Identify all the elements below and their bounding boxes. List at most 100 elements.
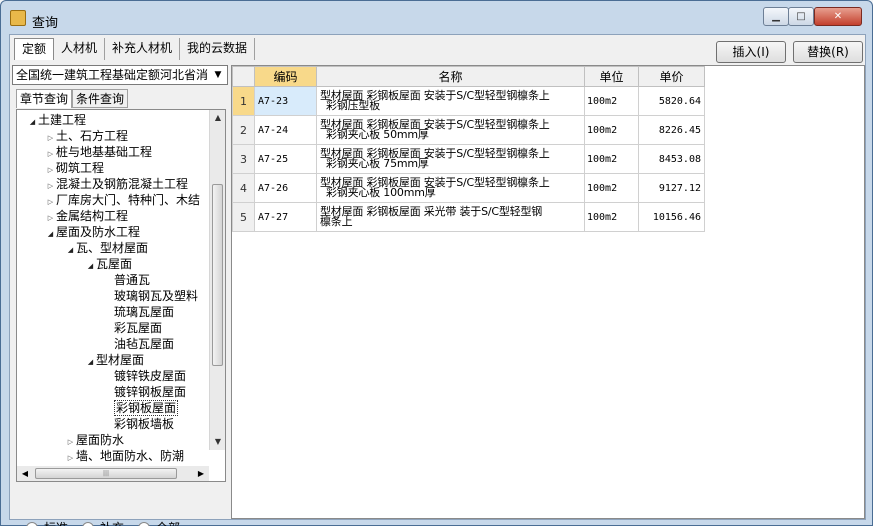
column-header-unit[interactable]: 单位: [584, 66, 639, 87]
horizontal-scroll-thumb[interactable]: |||: [35, 468, 177, 479]
replace-button[interactable]: 替换(R): [793, 41, 863, 63]
code-cell[interactable]: A7-27: [254, 202, 317, 232]
filter-radio-group: 标准 补充 全部: [26, 519, 180, 526]
name-line-1: 型材屋面 彩钢板屋面 采光带 装于S/C型轻型钢: [320, 205, 543, 218]
tree-node[interactable]: ▷ 桩与地基基础工程: [45, 144, 152, 160]
code-cell[interactable]: A7-23: [254, 86, 317, 116]
triangle-down-icon[interactable]: ◢: [65, 242, 76, 258]
tree-node-label: 瓦屋面: [96, 257, 133, 271]
tab-chapter-search[interactable]: 章节查询: [16, 89, 73, 108]
tree-node[interactable]: 镀锌钢板屋面: [103, 384, 186, 400]
chevron-down-icon[interactable]: ▼: [211, 68, 225, 82]
triangle-down-icon[interactable]: ◢: [85, 258, 96, 274]
filter-all-radio[interactable]: 全部: [138, 519, 180, 526]
vertical-scroll-thumb[interactable]: [212, 184, 223, 366]
chapter-panel: 全国统一建筑工程基础定额河北省消 ▼ 章节查询 条件查询 ◢ 土建工程 ▷ 土、石方工…: [12, 65, 230, 526]
scroll-right-icon[interactable]: ▶: [193, 466, 209, 481]
tab-quota[interactable]: 定额: [14, 38, 55, 60]
tree-node[interactable]: 玻璃钢瓦及塑料: [103, 288, 198, 304]
scroll-up-icon[interactable]: ▲: [210, 110, 225, 126]
tree-node[interactable]: 彩钢板屋面: [103, 400, 179, 416]
tree-node[interactable]: ◢ 瓦、型材屋面: [65, 240, 148, 256]
table-row[interactable]: 2 A7-24 型材屋面 彩钢板屋面 安装于S/C型轻型钢檩条上 彩钢夹心板 50mm…: [232, 115, 705, 145]
price-cell[interactable]: 5820.64: [638, 86, 705, 116]
close-button[interactable]: ✕: [814, 7, 862, 26]
code-cell[interactable]: A7-25: [254, 144, 317, 174]
code-cell[interactable]: A7-24: [254, 115, 317, 145]
scroll-left-icon[interactable]: ◀: [17, 466, 33, 481]
tree-node[interactable]: 琉璃瓦屋面: [103, 304, 174, 320]
price-cell[interactable]: 8453.08: [638, 144, 705, 174]
tree-node[interactable]: ▷ 厂库房大门、特种门、木结: [45, 192, 200, 208]
minimize-button[interactable]: ▁: [763, 7, 789, 26]
tree-node[interactable]: ◢ 型材屋面: [85, 352, 144, 368]
unit-cell[interactable]: 100m2: [584, 173, 639, 203]
tree-node[interactable]: ▷ 土、石方工程: [45, 128, 128, 144]
unit-cell[interactable]: 100m2: [584, 115, 639, 145]
radio-selected-icon[interactable]: [138, 521, 151, 526]
tree-node[interactable]: 油毡瓦屋面: [103, 336, 174, 352]
unit-cell[interactable]: 100m2: [584, 144, 639, 174]
triangle-right-icon[interactable]: ▷: [65, 450, 76, 466]
tree-node[interactable]: ◢ 瓦屋面: [85, 256, 132, 272]
table-row[interactable]: 1 A7-23 型材屋面 彩钢板屋面 安装于S/C型轻型钢檩条上 彩钢压型板 100m2…: [232, 86, 705, 116]
tree-node[interactable]: ▷ 混凝土及钢筋混凝土工程: [45, 176, 188, 192]
row-number-cell[interactable]: 2: [232, 115, 255, 145]
tree-node[interactable]: ▷ 砌筑工程: [45, 160, 104, 176]
tree-node[interactable]: ◢ 屋面及防水工程: [45, 224, 140, 240]
tree-node[interactable]: 彩瓦屋面: [103, 320, 162, 336]
tree-node[interactable]: ▷ 墙、地面防水、防潮: [65, 448, 184, 464]
insert-button[interactable]: 插入(I): [716, 41, 786, 63]
code-cell[interactable]: A7-26: [254, 173, 317, 203]
price-cell[interactable]: 8226.45: [638, 115, 705, 145]
triangle-down-icon[interactable]: ◢: [27, 114, 38, 130]
tree-node[interactable]: 彩钢板墙板: [103, 416, 174, 432]
tree-node-label: 彩瓦屋面: [114, 321, 163, 335]
maximize-button[interactable]: □: [788, 7, 814, 26]
name-cell[interactable]: 型材屋面 彩钢板屋面 安装于S/C型轻型钢檩条上 彩钢压型板: [316, 86, 585, 116]
tree-node-label: 金属结构工程: [56, 209, 129, 223]
row-number-cell[interactable]: 4: [232, 173, 255, 203]
row-number-cell[interactable]: 5: [232, 202, 255, 232]
column-header-name[interactable]: 名称: [316, 66, 585, 87]
tab-supplement-labor-material-machine[interactable]: 补充人材机: [105, 38, 181, 60]
table-row[interactable]: 4 A7-26 型材屋面 彩钢板屋面 安装于S/C型轻型钢檩条上 彩钢夹心板 100m…: [232, 173, 705, 203]
column-header-code[interactable]: 编码: [254, 66, 317, 87]
quota-library-select[interactable]: 全国统一建筑工程基础定额河北省消 ▼: [12, 65, 228, 85]
table-row[interactable]: 3 A7-25 型材屋面 彩钢板屋面 安装于S/C型轻型钢檩条上 彩钢夹心板 75mm…: [232, 144, 705, 174]
unit-cell[interactable]: 100m2: [584, 202, 639, 232]
name-cell[interactable]: 型材屋面 彩钢板屋面 采光带 装于S/C型轻型钢 檩条上: [316, 202, 585, 232]
name-cell[interactable]: 型材屋面 彩钢板屋面 安装于S/C型轻型钢檩条上 彩钢夹心板 50mm厚: [316, 115, 585, 145]
radio-icon[interactable]: [26, 521, 38, 526]
tree-node-label: 普通瓦: [114, 273, 151, 287]
name-cell[interactable]: 型材屋面 彩钢板屋面 安装于S/C型轻型钢檩条上 彩钢夹心板 100mm厚: [316, 173, 585, 203]
tab-labor-material-machine[interactable]: 人材机: [54, 38, 106, 60]
tree-horizontal-scrollbar[interactable]: ◀ ||| ▶: [17, 466, 209, 481]
triangle-down-icon[interactable]: ◢: [45, 226, 56, 242]
price-cell[interactable]: 10156.46: [638, 202, 705, 232]
tree-node-label: 玻璃钢瓦及塑料: [114, 289, 199, 303]
triangle-down-icon[interactable]: ◢: [85, 354, 96, 370]
tab-condition-search[interactable]: 条件查询: [72, 89, 129, 108]
tree-node-label: 彩钢板屋面: [114, 400, 179, 416]
radio-icon[interactable]: [82, 521, 95, 526]
scroll-down-icon[interactable]: ▼: [210, 434, 225, 450]
filter-standard-radio[interactable]: 标准: [26, 519, 68, 526]
quota-table: 编码 名称 单位 单价 1 A7-23 型材屋面 彩钢板屋面 安装于S/C型轻型钢檩…: [232, 66, 705, 232]
tree-node[interactable]: ◢ 土建工程: [27, 112, 86, 128]
name-cell[interactable]: 型材屋面 彩钢板屋面 安装于S/C型轻型钢檩条上 彩钢夹心板 75mm厚: [316, 144, 585, 174]
tree-vertical-scrollbar[interactable]: ▲ ▼: [209, 110, 225, 450]
price-cell[interactable]: 9127.12: [638, 173, 705, 203]
unit-cell[interactable]: 100m2: [584, 86, 639, 116]
tree-node[interactable]: 普通瓦: [103, 272, 150, 288]
filter-supplement-radio[interactable]: 补充: [82, 519, 124, 526]
tree-node[interactable]: ▷ 屋面防水: [65, 432, 124, 448]
table-row[interactable]: 5 A7-27 型材屋面 彩钢板屋面 采光带 装于S/C型轻型钢 檩条上 100m2 10…: [232, 202, 705, 232]
column-header-price[interactable]: 单价: [638, 66, 705, 87]
row-number-cell[interactable]: 1: [232, 86, 255, 116]
tree-node[interactable]: ▷ 金属结构工程: [45, 208, 128, 224]
tab-my-cloud-data[interactable]: 我的云数据: [180, 38, 256, 60]
row-number-cell[interactable]: 3: [232, 144, 255, 174]
tree-node[interactable]: 镀锌铁皮屋面: [103, 368, 186, 384]
filter-standard-label: 标准: [44, 519, 68, 526]
